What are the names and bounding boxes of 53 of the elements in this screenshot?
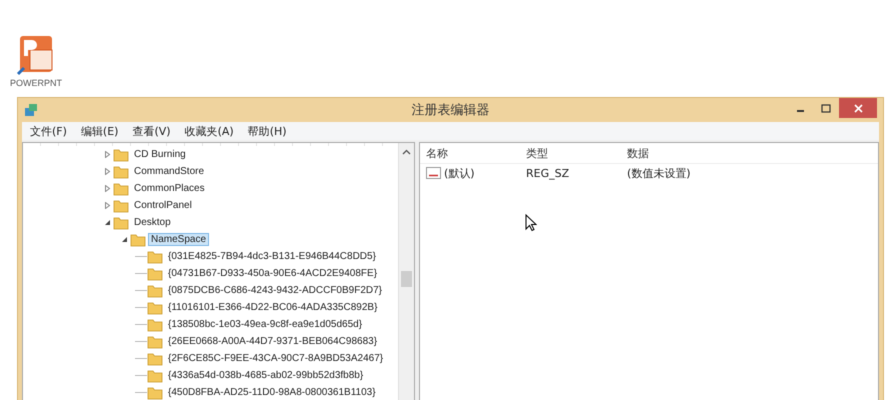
column-header[interactable]: 类型 bbox=[526, 146, 627, 160]
close-button[interactable] bbox=[839, 98, 877, 118]
string-value-icon bbox=[426, 167, 441, 179]
tree-item[interactable]: {04731B67-D933-450a-90E6-4ACD2E9408FE} bbox=[165, 267, 380, 280]
expand-arrow-icon[interactable] bbox=[104, 151, 110, 158]
tree-line bbox=[135, 341, 147, 342]
registry-app-icon bbox=[24, 103, 38, 117]
tree-item[interactable]: CD Burning bbox=[131, 148, 189, 161]
menu-item[interactable]: 收藏夹(A) bbox=[184, 124, 234, 138]
column-header[interactable]: 名称 bbox=[426, 146, 526, 160]
expand-arrow-icon[interactable] bbox=[104, 185, 110, 192]
minimize-icon bbox=[796, 110, 804, 112]
scrollbar-thumb[interactable] bbox=[401, 271, 412, 287]
maximize-icon bbox=[821, 104, 831, 112]
tree-line bbox=[135, 392, 147, 393]
tree-line bbox=[135, 273, 147, 274]
tree-item[interactable]: {138508bc-1e03-49ea-9c8f-ea9e1d05d65d} bbox=[165, 318, 366, 331]
tree-line bbox=[135, 290, 147, 291]
desktop-icon-label: POWERPNT bbox=[10, 78, 62, 88]
tree-line bbox=[135, 358, 147, 359]
tree-item[interactable]: {0875DCB6-C686-4243-9432-ADCCF0B9F2D7} bbox=[165, 284, 386, 297]
tree-item[interactable]: Desktop bbox=[131, 216, 174, 229]
tree-line bbox=[135, 375, 147, 376]
tree-item[interactable]: {26EE0668-A00A-44D7-9371-BEB064C98683} bbox=[165, 335, 380, 348]
menu-item[interactable]: 文件(F) bbox=[30, 124, 67, 138]
value-name[interactable]: (默认) bbox=[426, 166, 526, 180]
collapse-arrow-icon[interactable] bbox=[120, 236, 128, 243]
window-title: 注册表编辑器 bbox=[412, 102, 490, 119]
tree-item[interactable]: CommonPlaces bbox=[131, 182, 208, 195]
tree-item[interactable]: {031E4825-7B94-4dc3-B131-E946B44C8DD5} bbox=[165, 250, 379, 263]
scroll-up-icon[interactable] bbox=[402, 149, 411, 155]
tree-line bbox=[135, 307, 147, 308]
menu-item[interactable]: 查看(V) bbox=[132, 124, 171, 138]
value-type: REG_SZ bbox=[526, 166, 570, 180]
value-data: (数值未设置) bbox=[627, 166, 692, 180]
menu-item[interactable]: 帮助(H) bbox=[248, 124, 287, 138]
close-icon bbox=[854, 104, 862, 112]
expand-arrow-icon[interactable] bbox=[104, 202, 110, 209]
menu-item[interactable]: 编辑(E) bbox=[80, 124, 118, 138]
tree-line bbox=[135, 324, 147, 325]
collapse-arrow-icon[interactable] bbox=[104, 219, 110, 226]
expand-arrow-icon[interactable] bbox=[104, 168, 110, 175]
tree-item[interactable]: NameSpace bbox=[148, 233, 210, 246]
tree-item[interactable]: {2F6CE85C-F9EE-43CA-90C7-8A9BD53A2467} bbox=[165, 352, 386, 365]
tree-item[interactable]: {11016101-E366-4D22-BC06-4ADA335C892B} bbox=[165, 301, 380, 314]
tree-item[interactable]: {450D8FBA-AD25-11D0-98A8-0800361B1103} bbox=[165, 386, 379, 399]
scrollbar[interactable] bbox=[398, 143, 414, 400]
mouse-cursor-icon bbox=[525, 214, 537, 232]
tree-item[interactable]: {4336a54d-038b-4685-ab02-99bb52d3fb8b} bbox=[165, 369, 366, 382]
tree-item[interactable]: CommandStore bbox=[131, 165, 208, 178]
tree-item[interactable]: ControlPanel bbox=[131, 199, 195, 212]
column-header[interactable]: 数据 bbox=[627, 146, 878, 160]
tree-line bbox=[135, 256, 147, 257]
